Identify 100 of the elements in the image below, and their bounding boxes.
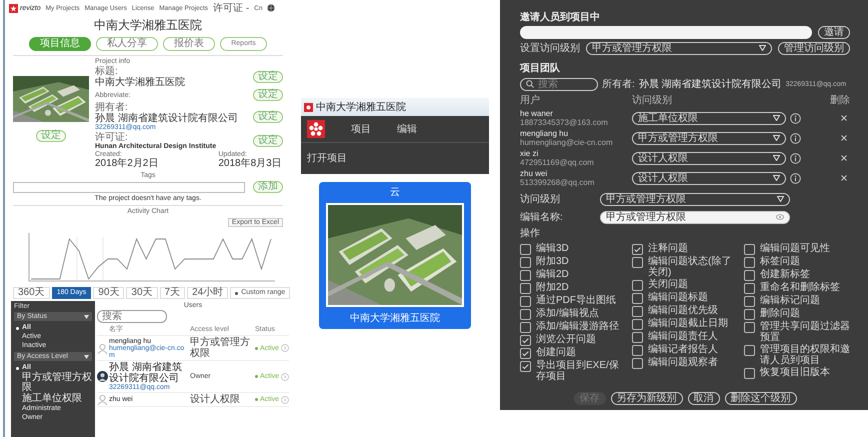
checkbox[interactable] <box>632 257 643 268</box>
avatar-icon <box>97 371 108 382</box>
filter-item[interactable]: 甲方或管理方权限 <box>14 373 92 393</box>
access-dropdown[interactable]: 甲方或管理方权限 <box>632 132 786 144</box>
tag-input[interactable] <box>13 182 245 192</box>
member-email: 18873345373@163.com <box>520 118 609 127</box>
status-dot <box>255 346 258 350</box>
checkbox-label: 添加/编辑漫游路径 <box>536 321 619 332</box>
close-icon[interactable] <box>841 175 847 181</box>
checkbox[interactable] <box>632 244 643 255</box>
column-header: 用户 <box>520 94 541 107</box>
checkbox-label: 编辑记者报告人 <box>648 344 718 355</box>
page-title: 中南大学湘雅五医院 <box>93 17 203 34</box>
field-label: 访问级别 <box>520 192 561 206</box>
access-dropdown[interactable]: 施工单位权限 <box>632 112 786 124</box>
menu-item[interactable]: 打开项目 <box>301 143 489 174</box>
checkbox[interactable] <box>520 270 531 281</box>
caret-icon[interactable] <box>84 354 89 358</box>
checkbox[interactable] <box>632 358 643 369</box>
checkbox[interactable] <box>744 309 755 320</box>
range-button[interactable]: 30天 <box>126 287 158 299</box>
checkbox[interactable] <box>744 296 755 307</box>
checkbox-label: 添加/编辑视点 <box>536 308 599 319</box>
member-name: mengliang hu <box>520 129 570 138</box>
checkbox[interactable] <box>520 296 531 307</box>
access-dropdown[interactable]: 设计人权限 <box>632 152 786 164</box>
search-field[interactable]: 搜索 <box>97 310 167 323</box>
checkbox[interactable] <box>520 335 531 346</box>
close-icon[interactable] <box>841 115 847 121</box>
level-dropdown[interactable]: 甲方或管理方权限 <box>600 192 790 206</box>
range-button[interactable]: 360天 <box>13 287 50 299</box>
info-icon[interactable] <box>790 132 801 144</box>
field-label: 编辑名称: <box>520 210 564 224</box>
tab[interactable]: 报价表 <box>163 37 216 51</box>
owner-name: 孙晨 湖南省建筑设计院有限公司 <box>638 78 782 91</box>
nav-link[interactable]: 许可证 - <box>213 1 250 15</box>
invite-field[interactable] <box>520 26 812 39</box>
checkbox-label: 浏览公开问题 <box>536 334 596 345</box>
checkbox[interactable] <box>520 309 531 320</box>
logo-icon <box>307 120 325 138</box>
access-dropdown[interactable]: 甲方或管理方权限 <box>586 42 772 54</box>
card-caption: 中南大学湘雅五医院 <box>350 312 440 325</box>
member-name: he waner <box>520 109 554 118</box>
close-icon[interactable] <box>841 155 847 161</box>
checkbox[interactable] <box>744 283 755 294</box>
access-dropdown[interactable]: 设计人权限 <box>632 172 786 184</box>
logo-icon <box>304 102 313 112</box>
filter-item[interactable]: 施工单位权限 <box>14 394 92 404</box>
checkbox[interactable] <box>520 348 531 359</box>
close-icon[interactable] <box>841 135 847 141</box>
name-field[interactable]: 甲方或管理方权限 <box>600 210 790 224</box>
access-level: 设计人权限 <box>190 394 241 405</box>
info-icon[interactable] <box>790 152 801 164</box>
column-header: 访问级别 <box>632 94 673 107</box>
checkbox[interactable] <box>744 322 755 333</box>
checkbox-label: 编辑标记问题 <box>760 295 820 306</box>
range-button[interactable]: 90天 <box>93 287 124 299</box>
globe-icon[interactable] <box>267 4 276 12</box>
dialog-button[interactable]: 取消 <box>688 392 720 405</box>
status-dot <box>255 398 258 401</box>
caret-icon[interactable] <box>84 314 89 318</box>
checkbox[interactable] <box>632 280 643 291</box>
member-email: 472951169@qq.com <box>520 158 595 167</box>
checkbox[interactable] <box>632 306 643 317</box>
field-value: 孙晨 湖南省建筑设计院有限公司 <box>95 113 238 124</box>
checkbox[interactable] <box>632 293 643 304</box>
dialog-button[interactable]: 删除这个级别 <box>724 392 796 405</box>
checkbox[interactable] <box>744 270 755 281</box>
checkbox[interactable] <box>744 368 755 379</box>
menu-item[interactable]: 编辑 <box>397 122 417 136</box>
checkbox[interactable] <box>520 361 531 372</box>
checkbox[interactable] <box>520 322 531 333</box>
avatar-icon <box>97 394 108 405</box>
menu-item[interactable]: 项目 <box>351 122 371 136</box>
checkbox-label: 编辑2D <box>536 269 569 280</box>
checkbox[interactable] <box>520 244 531 255</box>
dialog-button[interactable]: 另存为新级别 <box>610 392 682 405</box>
info-icon[interactable] <box>790 112 801 124</box>
caret-icon <box>759 45 766 51</box>
checkbox[interactable] <box>744 345 755 356</box>
range-button[interactable]: 24小时 <box>187 287 228 299</box>
checkbox[interactable] <box>744 257 755 268</box>
field-label: 标题: <box>95 66 118 77</box>
range-button[interactable]: 7天 <box>160 287 186 299</box>
info-icon[interactable] <box>790 172 801 184</box>
checkbox[interactable] <box>632 319 643 330</box>
date-value: 2018年2月2日 <box>95 158 158 169</box>
checkbox[interactable] <box>744 244 755 255</box>
manage-button[interactable]: 管理访问级别 <box>778 42 850 54</box>
logo-icon <box>9 4 18 12</box>
checkbox[interactable] <box>520 257 531 268</box>
checkbox[interactable] <box>632 332 643 343</box>
tab[interactable]: 私人分享 <box>96 37 158 51</box>
section-title: 操作 <box>520 227 541 240</box>
project-card[interactable]: 云 中南大学湘雅五医院 <box>319 182 471 329</box>
checkbox-label: 标签问题 <box>760 256 800 267</box>
checkbox[interactable] <box>632 345 643 356</box>
checkbox[interactable] <box>520 283 531 294</box>
caret-icon <box>773 135 780 141</box>
invite-button[interactable]: 邀请 <box>818 26 850 39</box>
